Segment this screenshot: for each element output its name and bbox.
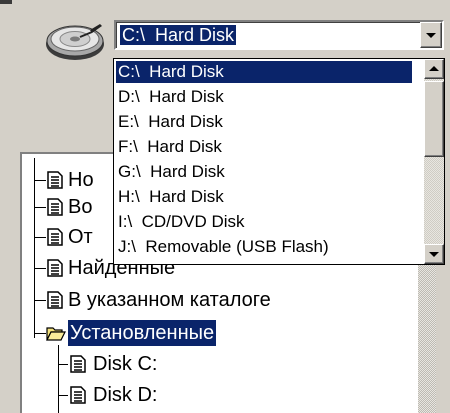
hard-disk-icon bbox=[46, 24, 104, 60]
document-icon bbox=[70, 386, 86, 404]
document-icon bbox=[47, 198, 63, 216]
top-edge-dark bbox=[0, 0, 12, 4]
dropdown-scrollbar[interactable] bbox=[424, 59, 444, 264]
drive-option[interactable]: J:\ Removable (USB Flash) bbox=[116, 236, 329, 258]
tree-child-node[interactable]: Disk C: bbox=[93, 351, 157, 377]
tree-line bbox=[58, 395, 68, 396]
document-icon bbox=[47, 228, 63, 246]
tree-node[interactable]: В указанном каталоге bbox=[68, 287, 271, 313]
drive-option[interactable]: G:\ Hard Disk bbox=[116, 161, 225, 183]
document-icon bbox=[47, 291, 63, 309]
tree-node[interactable]: Но bbox=[68, 167, 94, 193]
tree-child-node[interactable]: Disk D: bbox=[93, 382, 157, 408]
chevron-down-icon bbox=[426, 33, 436, 38]
tree-line bbox=[34, 180, 46, 181]
drive-option[interactable]: H:\ Hard Disk bbox=[116, 186, 224, 208]
drive-select[interactable]: C:\ Hard Disk bbox=[114, 20, 444, 50]
tree-line bbox=[34, 300, 46, 301]
tree-line bbox=[58, 364, 68, 365]
drive-option[interactable]: I:\ CD/DVD Disk bbox=[116, 211, 245, 233]
drive-dropdown-list[interactable]: C:\ Hard Disk D:\ Hard Disk E:\ Hard Dis… bbox=[113, 58, 445, 265]
tree-line bbox=[58, 345, 59, 413]
tree-node[interactable]: Во bbox=[68, 194, 92, 220]
scroll-up-button[interactable] bbox=[424, 59, 444, 79]
tree-node[interactable]: От bbox=[68, 224, 93, 250]
tree-line bbox=[34, 158, 35, 338]
drive-select-value: C:\ Hard Disk bbox=[120, 25, 237, 45]
arrow-down-icon bbox=[429, 252, 439, 257]
tree-line bbox=[34, 207, 46, 208]
document-icon bbox=[47, 171, 63, 189]
document-icon bbox=[70, 355, 86, 373]
tree-line bbox=[34, 333, 46, 334]
scroll-down-button[interactable] bbox=[424, 244, 444, 264]
tree-line bbox=[34, 237, 46, 238]
open-folder-icon bbox=[46, 327, 66, 341]
document-icon bbox=[47, 259, 63, 277]
scrollbar-thumb[interactable] bbox=[424, 81, 444, 157]
drive-option[interactable]: E:\ Hard Disk bbox=[116, 111, 223, 133]
tree-node-selected[interactable]: Установленные bbox=[68, 320, 217, 346]
tree-line bbox=[34, 268, 46, 269]
drive-option[interactable]: C:\ Hard Disk bbox=[116, 61, 412, 83]
top-edge bbox=[0, 0, 450, 4]
drive-select-dropdown-button[interactable] bbox=[420, 22, 442, 48]
drive-option[interactable]: F:\ Hard Disk bbox=[116, 136, 222, 158]
arrow-up-icon bbox=[429, 66, 439, 71]
drive-option[interactable]: D:\ Hard Disk bbox=[116, 86, 224, 108]
